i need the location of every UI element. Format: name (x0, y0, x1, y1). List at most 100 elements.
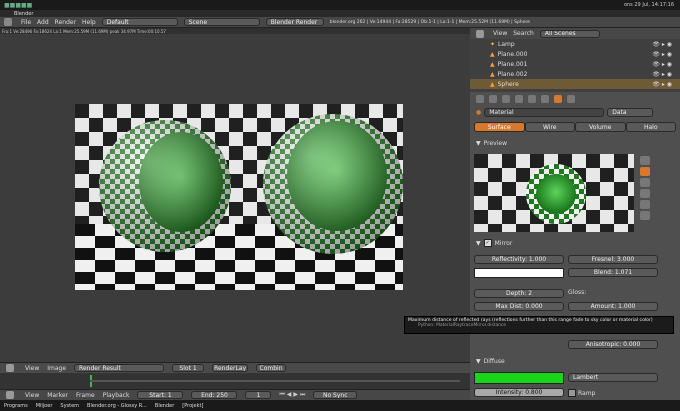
visibility-eye-icon[interactable]: 👁 ▸ ◉ (652, 71, 672, 78)
menu-render[interactable]: Render (55, 19, 76, 26)
end-frame-field[interactable]: End: 250 (191, 391, 238, 399)
taskbar-system[interactable]: System (60, 403, 79, 409)
taskbar-programs[interactable]: Programs (4, 403, 28, 409)
diffuse-color-swatch[interactable] (474, 372, 564, 384)
tab-surface[interactable]: Surface (474, 122, 525, 132)
ramp-checkbox[interactable] (568, 389, 576, 397)
visibility-eye-icon[interactable]: 👁 ▸ ◉ (652, 51, 672, 58)
preview-cube-icon[interactable] (640, 178, 650, 187)
menu-file[interactable]: File (21, 19, 31, 26)
tab-halo[interactable]: Halo (625, 122, 676, 132)
preview-hair-icon[interactable] (640, 200, 650, 209)
sync-selector[interactable]: No Sync (313, 391, 358, 399)
preview-flat-icon[interactable] (640, 156, 650, 165)
visibility-eye-icon[interactable]: 👁 ▸ ◉ (652, 41, 672, 48)
blend-field[interactable]: Blend: 1.071 (568, 268, 658, 277)
amount-field[interactable]: Amount: 1.000 (568, 302, 658, 311)
taskbar-miljoer[interactable]: Miljoer (36, 403, 53, 409)
outliner-item-sphere[interactable]: ▲ Sphere 👁 ▸ ◉ (470, 79, 680, 89)
menu-add[interactable]: Add (37, 19, 49, 26)
editor-type-icon[interactable] (6, 391, 14, 399)
timeline-area[interactable] (0, 373, 470, 389)
menu-view[interactable]: View (25, 365, 39, 372)
preview-sky-icon[interactable] (640, 211, 650, 220)
expand-arrow-icon: ▼ (476, 358, 481, 365)
visibility-eye-icon[interactable]: 👁 ▸ ◉ (652, 81, 672, 88)
timeline-header: View Marker Frame Playback Start: 1 End:… (0, 389, 470, 400)
preview-render (474, 154, 634, 232)
mirror-checkbox[interactable]: ✓ (483, 239, 492, 247)
tooltip-python: Python: MaterialRaytraceMirror.distance (418, 323, 507, 328)
object-tab-icon[interactable] (515, 95, 523, 103)
mirror-color-swatch[interactable] (474, 268, 564, 278)
diffuse-label: Diffuse (483, 358, 505, 365)
material-tab-icon[interactable] (554, 95, 562, 103)
taskbar-projekt[interactable]: [Projekt] (182, 403, 203, 409)
max-dist-field[interactable]: Max Dist: 0.000 (474, 302, 564, 311)
menu-search[interactable]: Search (513, 30, 534, 37)
outliner-item-lamp[interactable]: ✦ Lamp 👁 ▸ ◉ (470, 39, 680, 49)
render-tab-icon[interactable] (476, 95, 484, 103)
editor-type-icon[interactable] (6, 364, 14, 372)
mirror-label: Mirror (494, 239, 513, 247)
left-sphere (99, 120, 231, 252)
modifier-tab-icon[interactable] (528, 95, 536, 103)
texture-tab-icon[interactable] (567, 95, 575, 103)
system-tray-clock: ons 29 Jul, 14:17:16 (623, 2, 674, 8)
menu-playback[interactable]: Playback (103, 392, 130, 399)
editor-type-icon[interactable] (476, 29, 484, 38)
render-stats-text: Fra:1 Ve:28496 Fa:18624 La:1 Mem:25.59M … (2, 28, 166, 34)
taskbar-browser[interactable]: Blender.org - Glossy R... (87, 403, 147, 409)
outliner-filter-selector[interactable]: All Scenes (539, 29, 600, 38)
outliner-item-plane-000[interactable]: ▲ Plane.000 👁 ▸ ◉ (470, 49, 680, 59)
mirror-panel-header[interactable]: ▼ ✓ Mirror (476, 239, 512, 247)
depth-field[interactable]: Depth: 2 (474, 289, 564, 298)
outliner-item-plane-001[interactable]: ▲ Plane.001 👁 ▸ ◉ (470, 59, 680, 69)
anisotropic-field[interactable]: Anisotropic: 0.000 (568, 340, 658, 349)
current-frame-field[interactable]: 1 (245, 391, 272, 399)
render-pass-selector[interactable]: Combin (256, 364, 287, 372)
editor-type-icon[interactable] (4, 18, 12, 26)
taskbar-blender[interactable]: Blender (155, 403, 174, 409)
world-tab-icon[interactable] (502, 95, 510, 103)
timeline-scrubber[interactable] (90, 380, 460, 382)
outliner-item-plane-002[interactable]: ▲ Plane.002 👁 ▸ ◉ (470, 69, 680, 79)
diffuse-shader-selector[interactable]: Lambert (568, 373, 658, 382)
reflectivity-field[interactable]: Reflectivity: 1.000 (474, 255, 564, 264)
render-layer-selector[interactable]: RenderLay (212, 364, 249, 372)
diffuse-panel-header[interactable]: ▼ Diffuse (476, 358, 505, 365)
menu-image[interactable]: Image (47, 365, 66, 372)
data-tab-icon[interactable] (541, 95, 549, 103)
menu-view[interactable]: View (493, 30, 507, 37)
preview-sphere-icon[interactable] (640, 167, 650, 176)
menu-help[interactable]: Help (82, 19, 96, 26)
image-selector[interactable]: Render Result (74, 364, 165, 372)
render-engine-selector[interactable]: Blender Render (265, 18, 324, 26)
tab-wire[interactable]: Wire (524, 122, 575, 132)
menu-frame[interactable]: Frame (76, 392, 95, 399)
material-name-field[interactable]: Material (484, 108, 605, 117)
preview-monkey-icon[interactable] (640, 189, 650, 198)
scene-tab-icon[interactable] (489, 95, 497, 103)
diffuse-intensity-field[interactable]: Intensity: 0.800 (474, 388, 564, 397)
start-frame-field[interactable]: Start: 1 (137, 391, 184, 399)
window-title: Blender (14, 10, 34, 17)
material-link-selector[interactable]: Data (607, 108, 654, 117)
layout-selector[interactable]: Default (101, 18, 178, 26)
ramp-toggle[interactable]: Ramp (568, 389, 595, 397)
slot-selector[interactable]: Slot 1 (172, 364, 205, 372)
menu-view[interactable]: View (25, 392, 39, 399)
scene-selector[interactable]: Scene (183, 18, 260, 26)
ramp-label: Ramp (578, 389, 596, 397)
playback-controls-icon[interactable]: ⏮ ◀ ▶ ⏭ (279, 391, 305, 399)
menu-marker[interactable]: Marker (47, 392, 68, 399)
expand-arrow-icon: ▼ (476, 239, 481, 247)
visibility-eye-icon[interactable]: 👁 ▸ ◉ (652, 61, 672, 68)
material-row: ● Material Data (476, 108, 672, 117)
tab-volume[interactable]: Volume (575, 122, 626, 132)
preview-panel-header[interactable]: ▼ Preview (476, 140, 507, 147)
material-sphere-icon: ● (476, 109, 482, 116)
image-editor-area[interactable] (0, 34, 470, 362)
system-apps-icon[interactable]: ■■■■■ (4, 2, 32, 9)
fresnel-field[interactable]: Fresnel: 3.000 (568, 255, 658, 264)
